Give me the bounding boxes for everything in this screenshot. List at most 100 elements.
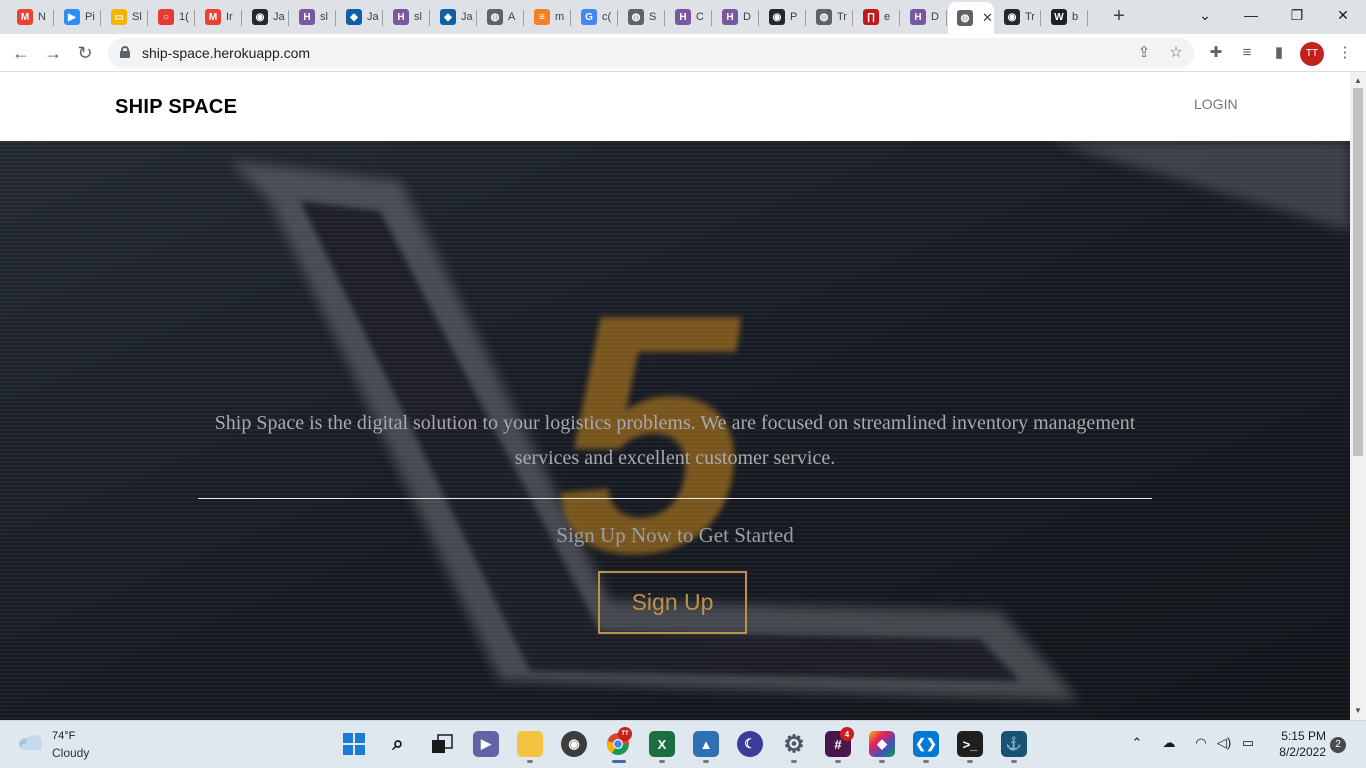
start-windows-icon[interactable] xyxy=(341,731,367,757)
restore-button[interactable]: ❐ xyxy=(1274,4,1320,26)
scroll-up-icon[interactable]: ▲ xyxy=(1353,76,1363,85)
wifi-icon[interactable]: ◠ xyxy=(1191,735,1211,751)
search-icon[interactable]: ⌕ xyxy=(385,731,411,757)
weather-temperature[interactable]: 74°F xyxy=(52,730,75,742)
onedrive-cloud-icon[interactable]: ☁ xyxy=(1159,735,1179,751)
tab-label: D xyxy=(743,11,751,23)
url-text[interactable]: ship-space.herokuapp.com xyxy=(142,45,310,61)
browser-tab[interactable]: ◍ S xyxy=(619,4,665,30)
profile-avatar[interactable]: TT xyxy=(1300,42,1324,66)
heroku-icon: H xyxy=(299,9,315,25)
browser-tab[interactable]: HD xyxy=(901,4,947,30)
tab-separator xyxy=(805,10,806,26)
address-bar[interactable]: ship-space.herokuapp.com ⇪ ☆ xyxy=(108,38,1194,68)
photos-icon[interactable]: ▲ xyxy=(693,731,719,757)
tab-separator xyxy=(429,10,430,26)
tab-separator xyxy=(1040,10,1041,26)
volume-icon[interactable]: ◁) xyxy=(1214,735,1234,751)
tab-separator xyxy=(852,10,853,26)
browser-tab[interactable]: ○ 1( xyxy=(149,4,195,30)
browser-tab[interactable]: Gc( xyxy=(572,4,618,30)
cloud-icon[interactable] xyxy=(18,733,44,751)
reload-button[interactable]: ↻ xyxy=(72,40,98,66)
tab-label: D xyxy=(931,11,939,23)
tab-label: m xyxy=(555,11,565,23)
heroku-icon: H xyxy=(393,9,409,25)
terminal-icon[interactable]: >_ xyxy=(957,731,983,757)
new-tab-button[interactable]: + xyxy=(1108,6,1130,28)
forward-button[interactable]: → xyxy=(40,40,66,66)
tab-separator xyxy=(382,10,383,26)
battery-icon[interactable]: ▭ xyxy=(1238,735,1258,751)
teams-chat-icon[interactable]: ▶ xyxy=(473,731,499,757)
browser-tab[interactable]: ◉ Ja xyxy=(243,4,289,30)
tab-separator xyxy=(946,10,947,26)
scroll-down-icon[interactable]: ▼ xyxy=(1353,706,1363,715)
bookmark-star-icon[interactable]: ☆ xyxy=(1166,43,1186,63)
weather-description[interactable]: Cloudy xyxy=(52,746,89,760)
running-indicator xyxy=(791,760,797,763)
hero-section: 5 Ship Space is the digital solution to … xyxy=(0,141,1350,720)
vscode-icon[interactable]: ❮❯ xyxy=(913,731,939,757)
browser-tab[interactable]: ◆ Ja xyxy=(431,4,477,30)
tab-separator xyxy=(147,10,148,26)
browser-tab[interactable]: HC xyxy=(666,4,712,30)
tab-separator xyxy=(288,10,289,26)
browser-tab[interactable]: ◍ A xyxy=(478,4,524,30)
notification-count-badge[interactable]: 2 xyxy=(1330,737,1346,753)
settings-gear-icon[interactable]: ⚙ xyxy=(781,731,807,758)
browser-tab[interactable]: ◉ Tr xyxy=(995,4,1041,30)
heroku-icon: H xyxy=(675,9,691,25)
browser-tab[interactable]: ∏ e xyxy=(854,4,900,30)
side-panel-icon[interactable]: ▮ xyxy=(1268,42,1290,64)
browser-tab[interactable]: MN xyxy=(8,4,54,30)
page-scrollbar[interactable]: ▲ ▼ xyxy=(1350,72,1366,720)
tab-search-chevron-icon[interactable]: ⌄ xyxy=(1182,4,1228,26)
scrollbar-thumb[interactable] xyxy=(1353,88,1363,456)
copilot-icon[interactable]: ◆ xyxy=(869,731,895,757)
media-queue-icon[interactable]: ≡ xyxy=(1236,42,1258,64)
tab-label: Tr xyxy=(837,11,847,23)
lock-icon[interactable] xyxy=(120,46,130,58)
browser-tab[interactable]: ◍ Tr xyxy=(807,4,853,30)
jamstack-icon: ◆ xyxy=(440,9,456,25)
github-desktop-icon[interactable]: ◉ xyxy=(561,731,587,757)
browser-tab[interactable]: Hsl xyxy=(384,4,430,30)
mysql-icon[interactable]: ⚓ xyxy=(1001,731,1027,757)
login-link[interactable]: LOGIN xyxy=(1194,96,1238,112)
tab-active[interactable]: ◍ ✕ xyxy=(948,2,994,34)
hero-description: Ship Space is the digital solution to yo… xyxy=(214,412,1136,469)
sleep-app-icon[interactable]: ☾ xyxy=(737,731,763,757)
tab-separator xyxy=(1087,10,1088,26)
sign-up-button[interactable]: Sign Up xyxy=(598,571,747,634)
tab-label: b xyxy=(1072,11,1079,23)
task-view-icon[interactable] xyxy=(429,731,455,757)
browser-tab[interactable]: ▭ Sl xyxy=(102,4,148,30)
minimize-button[interactable]: — xyxy=(1228,4,1274,26)
clock-time[interactable]: 5:15 PM xyxy=(1270,729,1326,743)
jamstack-icon: ◆ xyxy=(346,9,362,25)
browser-tab[interactable]: HD xyxy=(713,4,759,30)
browser-tab[interactable]: ≡ m xyxy=(525,4,571,30)
close-window-button[interactable]: ✕ xyxy=(1320,4,1366,26)
share-icon[interactable]: ⇪ xyxy=(1134,43,1154,63)
close-tab-icon[interactable]: ✕ xyxy=(982,10,993,26)
slides-icon: ▭ xyxy=(111,9,127,25)
running-indicator xyxy=(967,760,973,763)
back-button[interactable]: ← xyxy=(8,40,34,66)
windows-taskbar: 74°F Cloudy ⌕ ▶ ◉ TT X ▲ ☾ ⚙ # 4 ◆ ❮❯ >_… xyxy=(0,720,1366,768)
site-brand[interactable]: SHIP SPACE xyxy=(115,96,237,119)
tray-chevron-up-icon[interactable]: ⌃ xyxy=(1127,735,1147,751)
browser-tab[interactable]: Wb xyxy=(1042,4,1088,30)
excel-icon[interactable]: X xyxy=(649,731,675,757)
browser-tab[interactable]: ◆ Ja xyxy=(337,4,383,30)
extensions-puzzle-icon[interactable]: ✚ xyxy=(1205,42,1227,64)
hero-divider xyxy=(198,498,1152,499)
browser-tab[interactable]: M Ir xyxy=(196,4,242,30)
browser-tab[interactable]: ◉ P xyxy=(760,4,806,30)
file-explorer-icon[interactable] xyxy=(517,731,543,757)
browser-tab[interactable]: Hsl xyxy=(290,4,336,30)
clock-date[interactable]: 8/2/2022 xyxy=(1270,745,1326,759)
browser-tab[interactable]: ▶ Pi xyxy=(55,4,101,30)
more-menu-icon[interactable]: ⋮ xyxy=(1334,42,1356,64)
